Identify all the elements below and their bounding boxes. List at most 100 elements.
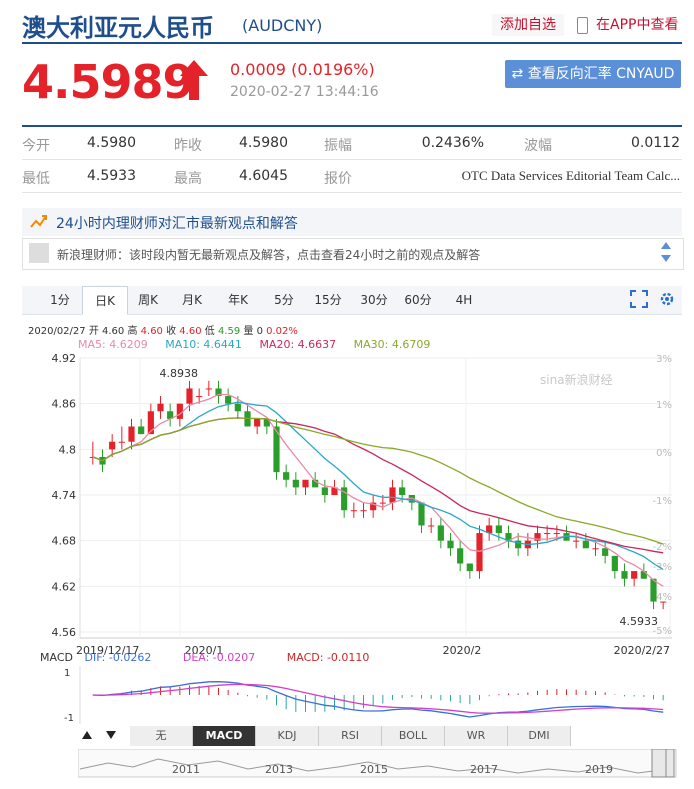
dif-line (92, 681, 664, 718)
macd-axis-label: 1 (64, 668, 70, 679)
candle-body (457, 548, 464, 564)
candle-body (157, 403, 164, 412)
candle-body (544, 533, 551, 535)
range-handle-right[interactable] (665, 749, 675, 778)
range-navigator[interactable]: 2011 2013 2015 2017 2019 (78, 749, 678, 779)
gear-icon[interactable] (658, 290, 676, 308)
quote-value: 4.6045 (239, 168, 288, 184)
reverse-rate-button[interactable]: ⇄ 查看反向汇率 CNYAUD (505, 60, 681, 88)
tab-weekly-k[interactable]: 周K (126, 286, 170, 314)
scroll-down-icon[interactable] (661, 255, 671, 262)
ohlc-low-label: 低 (204, 326, 215, 337)
indicator-none[interactable]: 无 (130, 726, 193, 746)
pct-tick-label: -3% (653, 562, 672, 573)
quote-value: 4.5980 (87, 135, 136, 151)
macd-value: MACD: -0.0110 (286, 651, 370, 664)
y-axis-labels: 4.92 4.86 4.8 4.74 4.68 4.62 4.56 (52, 352, 77, 639)
page-title: 澳大利亚元人民币 (22, 13, 214, 42)
indicator-macd[interactable]: MACD (193, 726, 256, 746)
candle-body (640, 571, 647, 579)
y-tick-label: 4.74 (52, 489, 77, 502)
candle-body (495, 525, 502, 534)
candle-body (109, 441, 116, 450)
range-year-label: 2015 (360, 763, 388, 776)
max-price-label: 4.8938 (160, 367, 199, 380)
macd-dif: DIF: -0.0262 (84, 651, 152, 664)
indicator-rsi[interactable]: RSI (319, 726, 382, 746)
add-favorite-button[interactable]: 添加自选 (492, 14, 564, 36)
ohlc-volume: 0 (256, 326, 263, 337)
macd-chart[interactable]: 1 -1 (0, 664, 694, 726)
quote-label: 振幅 (324, 138, 352, 154)
dea-line (92, 683, 664, 714)
candle-body (196, 396, 203, 398)
candle-body (118, 441, 125, 443)
ohlc-high: 4.60 (140, 326, 163, 337)
indicator-dmi[interactable]: DMI (508, 726, 571, 746)
indicator-boll[interactable]: BOLL (382, 726, 445, 746)
tab-30min[interactable]: 30分 (352, 286, 396, 314)
candle-body (283, 472, 290, 480)
quote-label: 波幅 (524, 138, 552, 154)
y-tick-label: 4.62 (52, 580, 77, 593)
candle-body (350, 510, 357, 512)
indicator-wr[interactable]: WR (445, 726, 508, 746)
range-year-label: 2011 (172, 763, 200, 776)
y-tick-label: 4.56 (52, 626, 77, 639)
advisor-banner[interactable]: 24小时内理财师对汇市最新观点和解答 (22, 208, 682, 236)
nav-up-icon[interactable] (80, 728, 94, 742)
current-price: 4.5989 (22, 55, 195, 109)
tab-5min[interactable]: 5分 (262, 286, 306, 314)
trend-icon (30, 215, 47, 228)
quote-label: 昨收 (174, 138, 202, 154)
kline-chart[interactable]: 4.924.864.84.744.684.624.56 3%1%0%-1%-2%… (0, 350, 694, 660)
tab-monthly-k[interactable]: 月K (170, 286, 214, 314)
tab-60min[interactable]: 60分 (396, 286, 440, 314)
quote-time: 2020-02-27 13:44:16 (230, 84, 379, 100)
candle-body (418, 502, 425, 526)
tab-4h[interactable]: 4H (442, 286, 486, 314)
range-year-label: 2019 (585, 763, 613, 776)
x-tick-label: 2020/2/27 (614, 644, 670, 657)
tab-1min[interactable]: 1分 (38, 286, 82, 314)
fullscreen-icon[interactable] (630, 290, 648, 308)
candle-body (592, 548, 599, 550)
tab-yearly-k[interactable]: 年K (216, 286, 260, 314)
view-in-app-label: 在APP中查看 (596, 17, 679, 33)
quote-label: 最高 (174, 171, 202, 187)
ma-line-5 (92, 393, 664, 587)
candle-body (611, 555, 618, 572)
view-in-app-button[interactable]: 在APP中查看 (577, 14, 678, 36)
scroll-up-icon[interactable] (661, 242, 671, 249)
advisor-message[interactable]: 新浪理财师：该时段内暂无最新观点及解答，点击查看24小时之前的观点及解答 (22, 238, 684, 270)
page-header: 澳大利亚元人民币 (AUDCNY) 添加自选 在APP中查看 (22, 8, 682, 44)
y-tick-label: 4.92 (52, 352, 77, 365)
quote-label: 最低 (22, 171, 50, 187)
tab-15min[interactable]: 15分 (306, 286, 350, 314)
ohlc-high-label: 高 (127, 326, 138, 337)
quote-row: 今开 4.5980 昨收 4.5980 振幅 0.2436% 波幅 0.0112 (22, 127, 682, 160)
pct-tick-label: -1% (653, 496, 672, 507)
indicator-kdj[interactable]: KDJ (256, 726, 319, 746)
y-tick-label: 4.86 (52, 398, 77, 411)
candle-body (302, 479, 309, 488)
ma-line-20 (92, 417, 664, 554)
candle-body (389, 487, 396, 503)
candle-body (660, 601, 667, 603)
range-year-label: 2013 (265, 763, 293, 776)
quote-value: 0.0112 (631, 135, 680, 151)
macd-name: MACD (40, 651, 73, 664)
nav-down-icon[interactable] (104, 728, 118, 742)
quote-row: 最低 4.5933 最高 4.6045 报价 OTC Data Services… (22, 160, 682, 193)
candle-body (621, 571, 628, 579)
range-year-label: 2017 (470, 763, 498, 776)
range-handle-left[interactable] (651, 749, 667, 778)
ohlc-volume-label: 量 (243, 326, 254, 337)
candle-body (466, 563, 473, 572)
tab-daily-k[interactable]: 日K (82, 286, 128, 315)
price-change: 0.0009 (0.0196%) (230, 60, 375, 79)
currency-code: (AUDCNY) (242, 16, 323, 35)
candle-body (292, 479, 299, 488)
macd-legend: MACD DIF: -0.0262 DEA: -0.0207 MACD: -0.… (40, 651, 369, 664)
ohlc-open: 4.60 (102, 326, 125, 337)
